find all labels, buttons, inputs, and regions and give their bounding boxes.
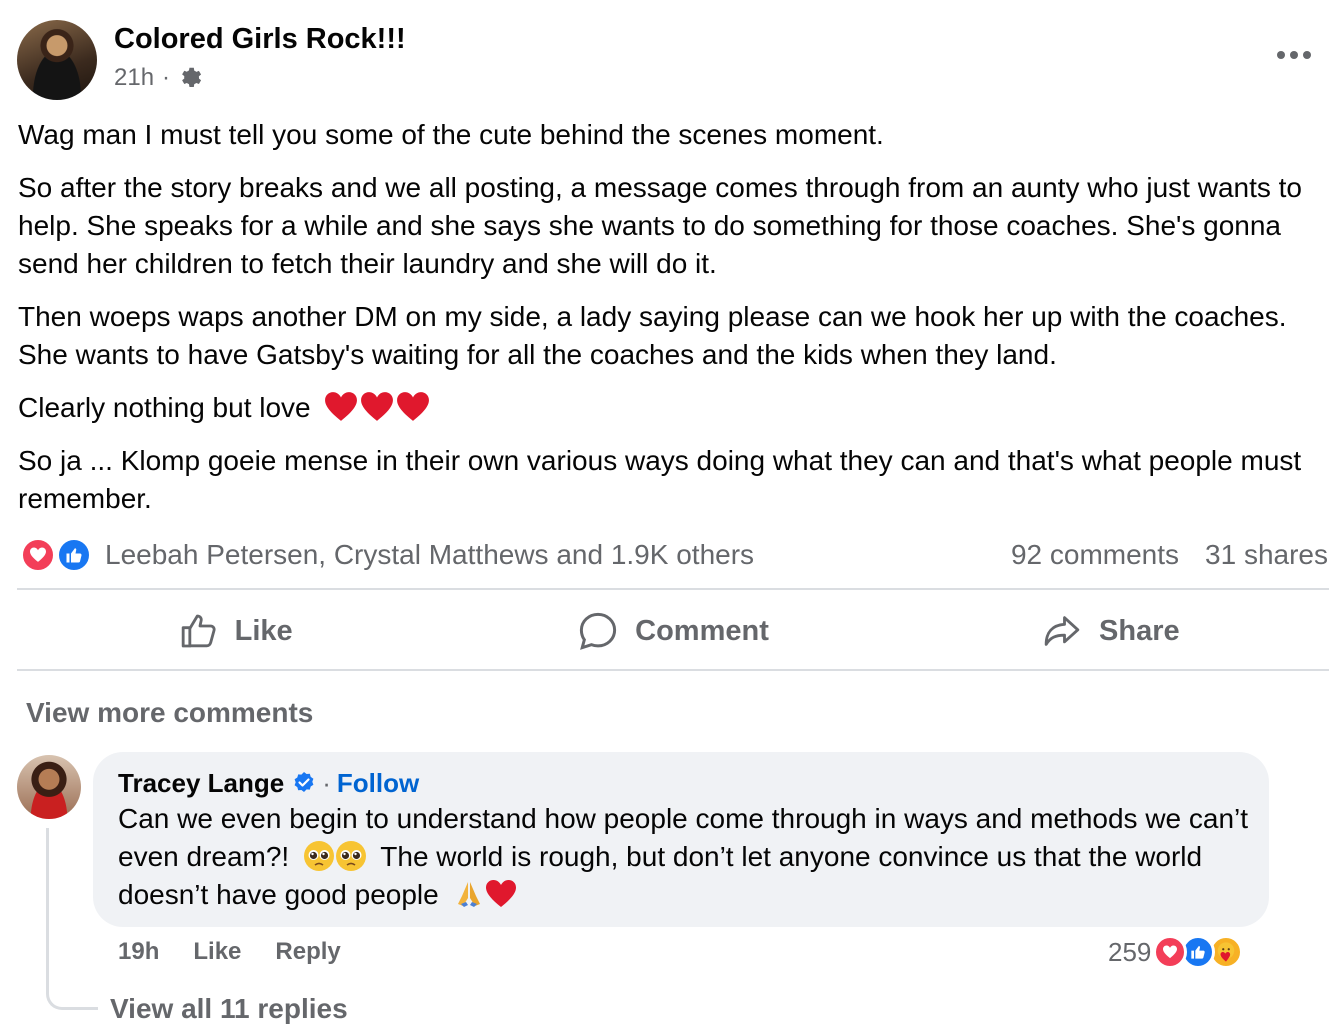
share-label: Share [1099, 614, 1180, 647]
comment-header: Tracey Lange · Follow [118, 765, 419, 801]
comment-like-link[interactable]: Like [193, 934, 241, 970]
divider [17, 669, 1329, 671]
comment-reply-link[interactable]: Reply [275, 934, 340, 970]
header-separator: · [322, 768, 331, 798]
love-reaction-icon [20, 537, 56, 573]
divider [17, 588, 1329, 590]
post-paragraph: Clearly nothing but love [18, 392, 311, 423]
shares-count[interactable]: 31 shares [1205, 539, 1328, 571]
heart-emoji-icon [361, 392, 394, 421]
heart-emoji-icon [485, 880, 516, 907]
post-paragraph: Then woeps waps another DM on my side, a… [18, 301, 1287, 370]
post-time[interactable]: 21h [114, 62, 154, 94]
view-more-comments-link[interactable]: View more comments [26, 694, 313, 732]
post-paragraph: So after the story breaks and we all pos… [18, 172, 1303, 279]
comment-time[interactable]: 19h [118, 934, 159, 970]
heart-emoji-icon [397, 392, 430, 421]
comment-label: Comment [635, 614, 769, 647]
verified-badge-icon [294, 772, 314, 792]
comment-author[interactable]: Tracey Lange [118, 765, 284, 801]
comment-text: Can we even begin to understand how peop… [118, 800, 1258, 914]
more-options-button[interactable] [1274, 40, 1314, 70]
like-label: Like [234, 614, 293, 647]
gear-icon [182, 67, 202, 87]
meta-separator: · [162, 64, 171, 91]
ellipsis-icon [1277, 51, 1311, 59]
pleading-face-emoji-icon [304, 841, 334, 871]
like-button[interactable]: Like [17, 592, 454, 670]
share-button[interactable]: Share [892, 592, 1329, 670]
reaction-names[interactable]: Leebah Petersen, Crystal Matthews and 1.… [105, 539, 754, 571]
engagement-counts: 92 comments 31 shares [1011, 535, 1328, 575]
post-paragraph: So ja ... Klomp goeie mense in their own… [18, 445, 1302, 514]
page-name[interactable]: Colored Girls Rock!!! [114, 20, 406, 58]
love-reaction-icon [1153, 935, 1188, 969]
post-paragraph: Wag man I must tell you some of the cute… [18, 119, 884, 150]
share-arrow-icon [1044, 616, 1080, 646]
comment-button[interactable]: Comment [454, 592, 891, 670]
post-paragraph-love: Clearly nothing but love [18, 389, 1318, 427]
reactions-summary[interactable]: Leebah Petersen, Crystal Matthews and 1.… [20, 535, 754, 575]
post-meta: 21h · [114, 62, 204, 94]
pleading-face-emoji-icon [336, 841, 366, 871]
comments-count[interactable]: 92 comments [1011, 539, 1179, 571]
comment-reaction-count: 259 [1108, 936, 1152, 967]
like-reaction-icon [56, 537, 92, 573]
folded-hands-emoji-icon [457, 882, 480, 907]
comment-bubble-icon [580, 612, 617, 650]
post-body: Wag man I must tell you some of the cute… [18, 116, 1318, 533]
page-avatar[interactable] [17, 20, 97, 100]
reaction-icons [20, 535, 98, 575]
post-actions: Like Comment Share [17, 592, 1329, 670]
follow-button[interactable]: Follow [337, 765, 419, 801]
view-replies-link[interactable]: View all 11 replies [110, 990, 348, 1028]
comment-reactions[interactable]: 259 [1108, 932, 1244, 972]
heart-emoji-icon [325, 392, 358, 421]
reply-thread-line [46, 828, 98, 1010]
comment-actions: 19h Like Reply [118, 934, 341, 970]
commenter-avatar[interactable] [17, 755, 81, 819]
thumbs-up-icon [181, 614, 216, 648]
